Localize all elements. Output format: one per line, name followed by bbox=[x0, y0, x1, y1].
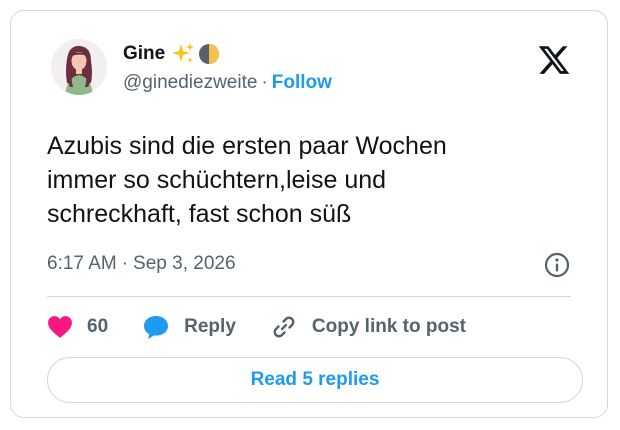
copy-link-button[interactable]: Copy link to post bbox=[270, 313, 466, 341]
sparkles-icon bbox=[172, 43, 195, 63]
read-replies-label: Read 5 replies bbox=[250, 369, 380, 390]
reply-button[interactable]: Reply bbox=[142, 314, 236, 340]
author-handle-row: @ginediezweite · Follow bbox=[123, 71, 332, 95]
tweet-text: Azubis sind die ersten paar Wochen immer… bbox=[47, 132, 447, 228]
link-icon bbox=[273, 316, 295, 338]
avatar[interactable] bbox=[51, 39, 107, 95]
author-handle[interactable]: @ginediezweite bbox=[123, 72, 257, 94]
reply-label: Reply bbox=[184, 316, 236, 337]
info-icon[interactable] bbox=[543, 251, 571, 279]
tweet-card: Gine @ginediezweite · Follow Azubis sind… bbox=[10, 10, 608, 418]
name-emojis bbox=[171, 42, 221, 66]
read-replies-button[interactable]: Read 5 replies bbox=[47, 357, 583, 403]
like-button[interactable]: 60 bbox=[47, 315, 108, 339]
handle-separator: · bbox=[261, 72, 268, 93]
divider bbox=[47, 296, 571, 297]
action-bar: 60 Reply Copy link to post bbox=[47, 309, 466, 345]
half-moon-icon bbox=[199, 44, 220, 64]
avatar-illustration bbox=[51, 39, 107, 95]
like-count: 60 bbox=[87, 316, 109, 337]
heart-icon bbox=[48, 316, 72, 338]
x-logo-icon[interactable] bbox=[537, 43, 571, 77]
author-display-name[interactable]: Gine bbox=[123, 43, 165, 65]
author-name-row: Gine bbox=[123, 41, 221, 67]
timestamp-separator: · bbox=[121, 253, 129, 274]
copy-link-label: Copy link to post bbox=[311, 316, 466, 337]
tweet-time: 6:17 AM bbox=[47, 253, 117, 274]
tweet-date: Sep 3, 2026 bbox=[133, 253, 236, 274]
follow-button[interactable]: Follow bbox=[272, 72, 332, 94]
tweet-timestamp[interactable]: 6:17 AM · Sep 3, 2026 bbox=[47, 253, 236, 275]
reply-bubble-icon bbox=[144, 316, 169, 339]
